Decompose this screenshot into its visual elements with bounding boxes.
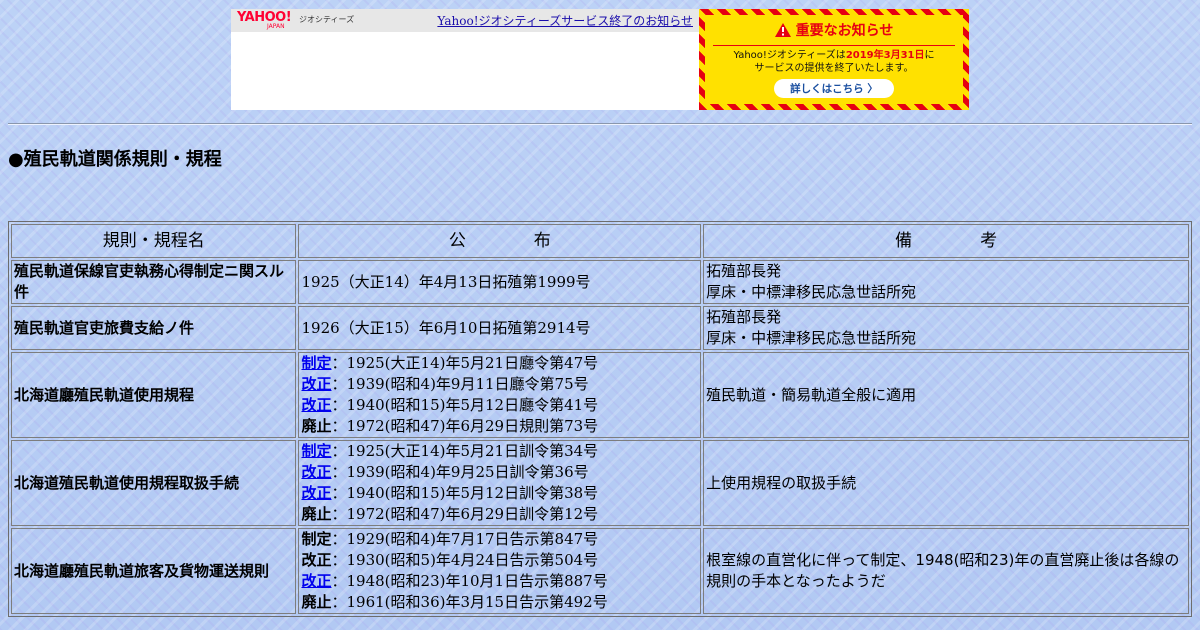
page-title: ●殖民軌道関係規則・規程 [8,149,222,170]
entry-text: ：1972(昭和47)年6月29日規則第73号 [331,417,599,435]
important-notice-box[interactable]: 重要なお知らせ Yahoo!ジオシティーズは2019年3月31日に サービスの提… [699,9,969,110]
column-header-promulgation: 公 布 [298,224,702,258]
table-row: 北海道殖民軌道使用規程取扱手続 制定：1925(大正14)年5月21日訓令第34号… [11,440,1189,526]
warning-icon [774,23,791,37]
promulgation-entry: 1926（大正15）年6月10日拓殖第2914号 [301,318,698,339]
promulgation-cell: 制定：1929(昭和4)年7月17日告示第847号 改正：1930(昭和5)年4月… [298,528,702,614]
promulgation-entry: 改正：1948(昭和23)年10月1日告示第887号 [301,571,698,592]
entry-text: ：1972(昭和47)年6月29日訓令第12号 [331,505,599,523]
geocities-label: ジオシティーズ [299,15,355,24]
remark-line: 上使用規程の取扱手続 [706,473,857,492]
document-link[interactable]: 制定 [301,442,331,460]
promulgation-entry: 廃止：1972(昭和47)年6月29日訓令第12号 [301,504,698,525]
rule-name-cell: 北海道殖民軌道使用規程取扱手続 [11,440,297,526]
remark-line: 厚床・中標津移民応急世話所宛 [706,283,917,301]
promulgation-entry: 廃止：1972(昭和47)年6月29日規則第73号 [301,416,698,437]
promulgation-cell: 1926（大正15）年6月10日拓殖第2914号 [298,306,702,350]
service-end-notice-link[interactable]: Yahoo!ジオシティーズサービス終了のお知らせ [437,12,693,29]
promulgation-cell: 制定：1925(大正14)年5月21日廳令第47号 改正：1939(昭和4)年9月… [298,352,702,438]
document-link[interactable]: 改正 [301,375,331,393]
rule-name-cell: 北海道廳殖民軌道旅客及貨物運送規則 [11,528,297,614]
notice-date: 2019年3月31日 [845,50,925,61]
remark-line: 根室線の直営化に伴って制定、1948(昭和23)年の直営廃止後は各線の規則の手本… [706,551,1180,590]
rule-name-cell: 北海道廳殖民軌道使用規程 [11,352,297,438]
details-button[interactable]: 詳しくはこちら 〉 [774,79,894,98]
entry-text: ：1948(昭和23)年10月1日告示第887号 [331,572,608,590]
column-header-remarks: 備 考 [703,224,1189,258]
entry-text: 1926（大正15）年6月10日拓殖第2914号 [301,318,591,337]
ad-header-bar: YAHOO! JAPAN ジオシティーズ Yahoo!ジオシティーズサービス終了… [231,9,699,32]
promulgation-entry: 改正：1939(昭和4)年9月11日廳令第75号 [301,374,698,395]
document-link[interactable]: 改正 [301,396,331,414]
entry-keyword: 廃止 [301,505,332,523]
remarks-cell: 殖民軌道・簡易軌道全般に適用 [703,352,1189,438]
table-row: 殖民軌道官吏旅費支給ノ件 1926（大正15）年6月10日拓殖第2914号 拓殖部長… [11,306,1189,350]
promulgation-cell: 制定：1925(大正14)年5月21日訓令第34号 改正：1939(昭和4)年9月… [298,440,702,526]
rule-name-cell: 殖民軌道保線官吏執務心得制定ニ関スル件 [11,260,297,304]
notice-title-text: 重要なお知らせ [795,23,894,39]
entry-text: ：1940(昭和15)年5月12日廳令第41号 [331,396,599,414]
promulgation-entry: 改正：1939(昭和4)年9月25日訓令第36号 [301,462,698,483]
promulgation-entry: 制定：1925(大正14)年5月21日廳令第47号 [301,353,698,374]
notice-divider [713,45,955,46]
remark-line: 拓殖部長発 [706,262,782,280]
promulgation-entry: 改正：1940(昭和15)年5月12日訓令第38号 [301,483,698,504]
promulgation-entry: 廃止：1961(昭和36)年3月15日告示第492号 [301,592,698,613]
entry-keyword: 改正 [301,551,332,569]
notice-title: 重要なお知らせ [705,20,963,40]
table-row: 北海道廳殖民軌道使用規程 制定：1925(大正14)年5月21日廳令第47号 改正：… [11,352,1189,438]
yahoo-logo[interactable]: YAHOO! JAPAN [237,11,292,30]
remark-line: 厚床・中標津移民応急世話所宛 [706,329,917,347]
entry-text: ：1961(昭和36)年3月15日告示第492号 [331,593,608,611]
geocities-ad-banner: YAHOO! JAPAN ジオシティーズ Yahoo!ジオシティーズサービス終了… [231,9,699,110]
remark-line: 拓殖部長発 [706,308,782,326]
table-row: 殖民軌道保線官吏執務心得制定ニ関スル件 1925（大正14）年4月13日拓殖第19… [11,260,1189,304]
document-link[interactable]: 改正 [301,484,331,502]
promulgation-entry: 改正：1930(昭和5)年4月24日告示第504号 [301,550,698,571]
entry-keyword: 制定 [301,530,332,548]
remarks-cell: 拓殖部長発厚床・中標津移民応急世話所宛 [703,260,1189,304]
promulgation-entry: 1925（大正14）年4月13日拓殖第1999号 [301,272,698,293]
document-link[interactable]: 改正 [301,572,331,590]
entry-text: ：1925(大正14)年5月21日訓令第34号 [331,442,599,460]
promulgation-entry: 制定：1929(昭和4)年7月17日告示第847号 [301,529,698,550]
entry-keyword: 廃止 [301,417,332,435]
horizontal-rule [8,123,1192,125]
entry-text: 1925（大正14）年4月13日拓殖第1999号 [301,272,591,291]
entry-text: ：1939(昭和4)年9月11日廳令第75号 [331,375,589,393]
entry-text: ：1925(大正14)年5月21日廳令第47号 [331,354,599,372]
entry-keyword: 廃止 [301,593,332,611]
remarks-cell: 上使用規程の取扱手続 [703,440,1189,526]
notice-body: Yahoo!ジオシティーズは2019年3月31日に サービスの提供を終了いたしま… [733,50,935,74]
promulgation-cell: 1925（大正14）年4月13日拓殖第1999号 [298,260,702,304]
remarks-cell: 拓殖部長発厚床・中標津移民応急世話所宛 [703,306,1189,350]
document-link[interactable]: 制定 [301,354,331,372]
document-link[interactable]: 改正 [301,463,331,481]
table-row: 北海道廳殖民軌道旅客及貨物運送規則 制定：1929(昭和4)年7月17日告示第84… [11,528,1189,614]
promulgation-entry: 制定：1925(大正14)年5月21日訓令第34号 [301,441,698,462]
remarks-cell: 根室線の直営化に伴って制定、1948(昭和23)年の直営廃止後は各線の規則の手本… [703,528,1189,614]
table-header-row: 規則・規程名 公 布 備 考 [11,224,1189,258]
entry-text: ：1940(昭和15)年5月12日訓令第38号 [331,484,599,502]
entry-text: ：1929(昭和4)年7月17日告示第847号 [331,530,599,548]
rules-table: 規則・規程名 公 布 備 考 殖民軌道保線官吏執務心得制定ニ関スル件 1925（大… [8,221,1192,617]
remark-line: 殖民軌道・簡易軌道全般に適用 [706,385,917,404]
column-header-rule-name: 規則・規程名 [11,224,297,258]
entry-text: ：1939(昭和4)年9月25日訓令第36号 [331,463,589,481]
rule-name-cell: 殖民軌道官吏旅費支給ノ件 [11,306,297,350]
promulgation-entry: 改正：1940(昭和15)年5月12日廳令第41号 [301,395,698,416]
entry-text: ：1930(昭和5)年4月24日告示第504号 [331,551,599,569]
